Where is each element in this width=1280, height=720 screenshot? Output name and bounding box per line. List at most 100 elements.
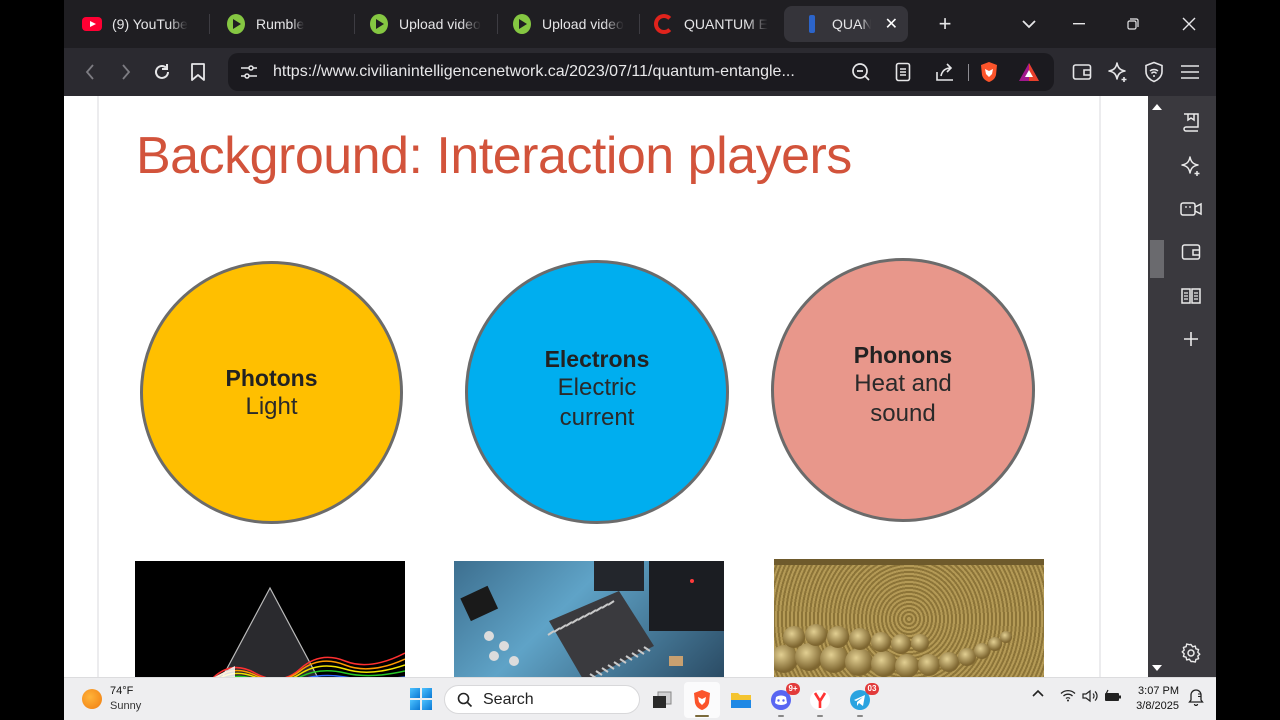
- scroll-up-arrow-icon[interactable]: [1152, 104, 1162, 110]
- sparkle-icon: [1108, 62, 1127, 82]
- sidebar-reading-list-button[interactable]: [1177, 282, 1205, 310]
- close-tab-icon[interactable]: ✕: [885, 14, 898, 34]
- site-settings-icon[interactable]: [236, 59, 262, 85]
- site-favicon-icon: [802, 14, 822, 34]
- bookmark-icon: [191, 63, 205, 81]
- url-text[interactable]: https://www.civilianintelligencenetwork.…: [273, 63, 795, 81]
- sparkle-icon: [1181, 156, 1200, 176]
- running-indicator: [778, 715, 784, 717]
- player-description: Light: [245, 392, 298, 420]
- scroll-down-arrow-icon[interactable]: [1152, 665, 1162, 671]
- player-name: Photons: [225, 364, 318, 391]
- youtube-icon: [82, 14, 102, 34]
- back-button[interactable]: [74, 56, 106, 88]
- prism-spectrum-image: [135, 561, 405, 677]
- lattice-wave-image: [774, 559, 1044, 677]
- brave-rewards-icon[interactable]: [1016, 59, 1042, 85]
- clock-time: 3:07 PM: [1138, 685, 1179, 697]
- rumble-icon: [369, 14, 389, 34]
- volume-button[interactable]: [1082, 689, 1098, 703]
- leo-ai-button[interactable]: [1102, 56, 1134, 88]
- tab-label: (9) YouTube: [112, 16, 188, 32]
- taskbar-app-yandex[interactable]: [802, 682, 838, 718]
- photons-circle: Photons Light: [140, 261, 403, 524]
- player-name: Electrons: [544, 346, 650, 372]
- tab-upload-video-1[interactable]: Upload video: [369, 6, 487, 42]
- video-camera-icon: [1180, 202, 1202, 216]
- tab-divider: [639, 14, 640, 34]
- windows-logo-icon: [410, 688, 420, 698]
- wallet-icon: [1072, 64, 1092, 80]
- forward-button[interactable]: [110, 56, 142, 88]
- wallet-button[interactable]: [1066, 56, 1098, 88]
- scrollbar-thumb[interactable]: [1150, 240, 1164, 278]
- slide: Background: Interaction players Photons …: [99, 96, 1099, 677]
- taskbar: 74°F Sunny Search 9+ 03 3:07 PM 3/8/2025: [64, 677, 1216, 720]
- sidebar-add-button[interactable]: [1177, 325, 1205, 353]
- bookmark-button[interactable]: [182, 56, 214, 88]
- tab-quantum-e[interactable]: QUANTUM E: [654, 6, 770, 42]
- task-view-button[interactable]: [644, 682, 680, 718]
- bell-icon: [1188, 689, 1204, 706]
- taskbar-app-discord[interactable]: 9+: [763, 682, 800, 718]
- sidebar-bookmarks-button[interactable]: [1177, 108, 1205, 136]
- tab-divider: [497, 14, 498, 34]
- tab-upload-video-2[interactable]: Upload video: [512, 6, 630, 42]
- screen: (9) YouTube Rumble Upload video Upload v…: [64, 0, 1216, 720]
- tab-label: Upload video: [399, 16, 481, 32]
- reader-mode-icon[interactable]: [890, 59, 916, 85]
- network-button[interactable]: [1060, 689, 1076, 702]
- taskbar-app-file-explorer[interactable]: [723, 682, 759, 718]
- c-logo-icon: [654, 14, 674, 34]
- notifications-button[interactable]: [1188, 688, 1204, 706]
- active-indicator: [695, 715, 709, 717]
- show-hidden-icons-button[interactable]: [1032, 689, 1044, 697]
- tab-list-button[interactable]: [1006, 6, 1052, 42]
- brave-shields-icon[interactable]: [976, 59, 1002, 85]
- wallet-icon: [1181, 244, 1201, 260]
- minimize-button[interactable]: [1056, 6, 1102, 42]
- sidebar-wallet-button[interactable]: [1177, 238, 1205, 266]
- address-bar[interactable]: https://www.civilianintelligencenetwork.…: [228, 53, 1054, 91]
- reading-list-icon: [1181, 288, 1201, 304]
- zoom-out-icon[interactable]: [848, 59, 874, 85]
- running-indicator: [857, 715, 863, 717]
- share-icon[interactable]: [932, 59, 958, 85]
- battery-charging-icon: [1105, 689, 1121, 701]
- rumble-icon: [226, 14, 246, 34]
- tab-label: Upload video: [542, 16, 624, 32]
- sidebar-settings-button[interactable]: [1177, 639, 1205, 667]
- sidebar-leo-ai-button[interactable]: [1177, 152, 1205, 180]
- tab-youtube[interactable]: (9) YouTube: [82, 6, 202, 42]
- task-view-icon: [653, 691, 672, 708]
- close-window-button[interactable]: [1166, 6, 1212, 42]
- battery-button[interactable]: [1104, 689, 1122, 703]
- reload-button[interactable]: [146, 56, 178, 88]
- taskbar-app-telegram[interactable]: 03: [842, 682, 879, 718]
- restore-button[interactable]: [1110, 6, 1156, 42]
- brave-icon: [694, 690, 710, 710]
- new-tab-button[interactable]: +: [922, 6, 968, 42]
- forward-arrow-icon: [122, 64, 131, 80]
- system-clock[interactable]: 3:07 PM 3/8/2025: [1127, 684, 1179, 714]
- chevron-down-icon: [1022, 19, 1036, 28]
- start-button[interactable]: [410, 688, 432, 710]
- vpn-button[interactable]: [1138, 56, 1170, 88]
- tab-label: Rumble: [256, 16, 305, 32]
- menu-button[interactable]: [1174, 56, 1206, 88]
- taskbar-app-brave[interactable]: [684, 682, 720, 718]
- right-sidebar: [1166, 96, 1216, 677]
- vertical-scrollbar[interactable]: [1148, 96, 1166, 677]
- shield-wifi-icon: [1145, 61, 1163, 83]
- tab-rumble[interactable]: Rumble: [226, 6, 346, 42]
- sidebar-talk-button[interactable]: [1177, 195, 1205, 223]
- tab-bar: (9) YouTube Rumble Upload video Upload v…: [64, 0, 1216, 48]
- player-name: Phonons: [853, 342, 953, 368]
- notification-badge: 03: [865, 683, 879, 695]
- back-arrow-icon: [85, 64, 94, 80]
- tab-label: QUANTUM E: [684, 16, 768, 32]
- tab-label: QUANTUM: [832, 16, 871, 32]
- taskbar-search[interactable]: Search: [444, 685, 640, 714]
- tab-quantum-active[interactable]: QUANTUM ✕: [784, 6, 908, 42]
- phonons-circle: Phonons Heat and sound: [771, 258, 1035, 522]
